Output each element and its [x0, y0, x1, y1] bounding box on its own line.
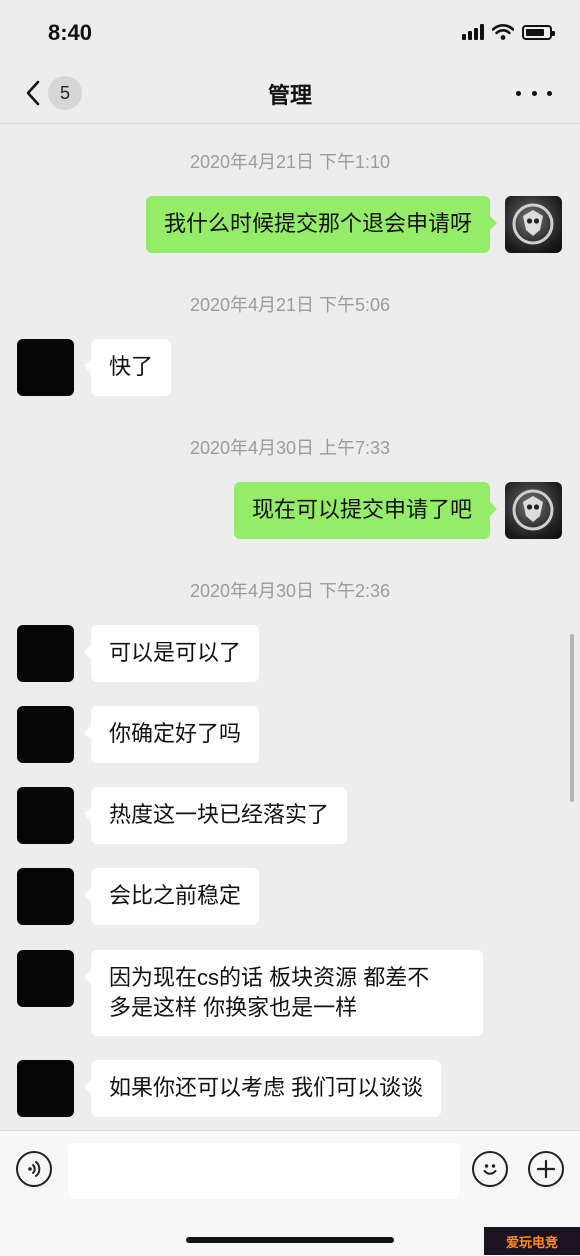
status-time: 8:40 — [48, 20, 93, 45]
contact-avatar[interactable] — [17, 787, 74, 844]
dot-icon — [547, 90, 552, 96]
more-options-button[interactable] — [516, 78, 552, 108]
battery-icon — [522, 24, 555, 40]
wifi-icon — [492, 24, 514, 40]
dot-icon — [531, 90, 537, 96]
outgoing-message[interactable]: 现在可以提交申请了吧 — [233, 482, 498, 539]
timestamp: 2020年4月30日 上午7:33 — [189, 438, 391, 458]
my-avatar[interactable] — [505, 482, 562, 539]
my-avatar[interactable] — [505, 196, 562, 253]
contact-avatar[interactable] — [17, 950, 74, 1007]
message-line: 因为现在cs的话 板块资源 都差不 — [109, 965, 430, 990]
contact-avatar[interactable] — [17, 868, 74, 925]
contact-avatar[interactable] — [17, 706, 74, 763]
voice-icon — [28, 1161, 41, 1177]
contact-avatar[interactable] — [17, 339, 74, 396]
status-icons — [462, 24, 555, 40]
smiley-icon — [483, 1164, 497, 1175]
incoming-message[interactable]: 因为现在cs的话 板块资源 都差不 多是这样 你换家也是一样 — [84, 950, 483, 1036]
timestamp: 2020年4月21日 下午1:10 — [189, 152, 391, 172]
cellular-signal-icon — [462, 24, 484, 40]
outgoing-message[interactable]: 我什么时候提交那个退会申请呀 — [145, 196, 498, 253]
incoming-message[interactable]: 会比之前稳定 — [83, 868, 260, 925]
timestamp: 2020年4月30日 下午2:36 — [189, 581, 391, 601]
chat-message-list[interactable]: 2020年4月21日 下午1:10 我什么时候提交那个退会申请呀 2020年4月… — [0, 124, 580, 1130]
more-functions-button[interactable] — [528, 1151, 564, 1187]
incoming-message[interactable]: 可以是可以了 — [83, 625, 260, 682]
incoming-message[interactable]: 如果你还可以考虑 我们可以谈谈 — [83, 1060, 442, 1117]
chat-title: 管理 — [267, 83, 312, 108]
emoji-button[interactable] — [472, 1151, 508, 1187]
contact-avatar[interactable] — [17, 1060, 74, 1117]
incoming-message[interactable]: 你确定好了吗 — [83, 706, 260, 763]
plus-icon — [536, 1159, 556, 1179]
watermark-logo: 爱玩电竞 — [484, 1227, 580, 1255]
message-input[interactable] — [68, 1143, 460, 1199]
home-indicator — [186, 1237, 394, 1243]
team-logo-icon — [512, 489, 554, 531]
voice-input-button[interactable] — [16, 1151, 52, 1187]
incoming-message[interactable]: 快了 — [83, 339, 172, 396]
status-bar: 8:40 — [0, 0, 580, 68]
message-line: 多是这样 你换家也是一样 — [109, 995, 358, 1020]
timestamp: 2020年4月21日 下午5:06 — [189, 295, 391, 315]
incoming-message[interactable]: 热度这一块已经落实了 — [83, 787, 348, 844]
contact-avatar[interactable] — [17, 625, 74, 682]
scrollbar[interactable] — [570, 634, 574, 802]
dot-icon — [516, 90, 521, 96]
team-logo-icon — [512, 203, 554, 245]
nav-bar: 5 管理 — [0, 68, 580, 124]
